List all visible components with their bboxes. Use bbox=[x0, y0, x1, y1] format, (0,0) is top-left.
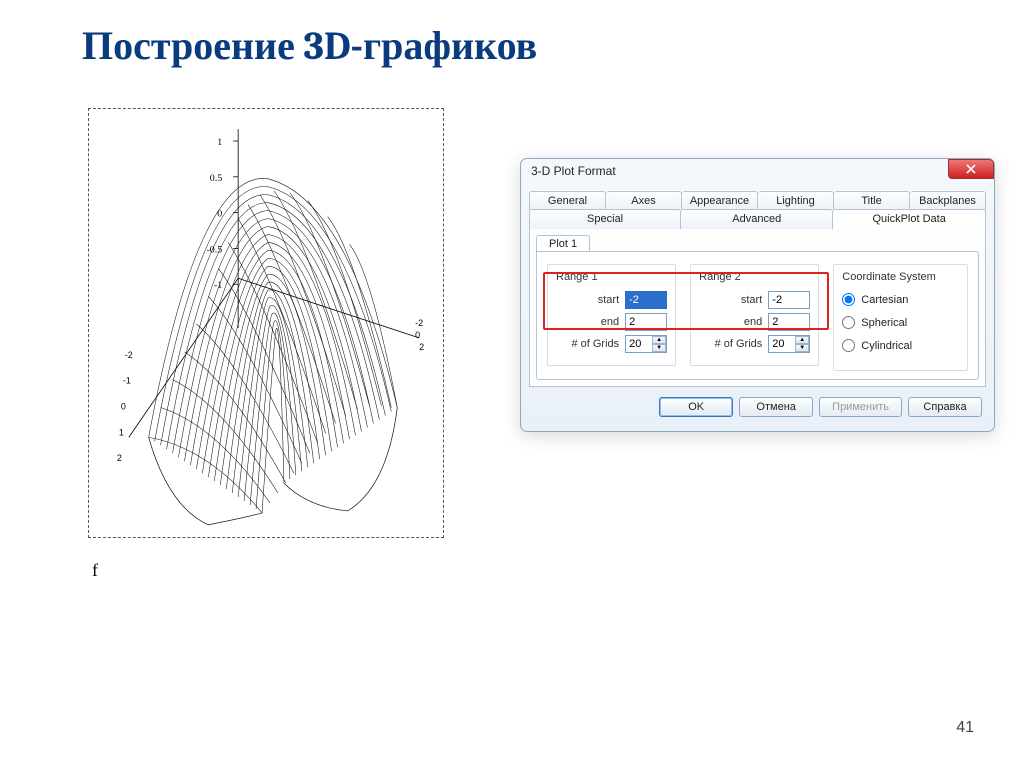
ok-button[interactable]: OK bbox=[659, 397, 733, 417]
dialog-button-row: OK Отмена Применить Справка bbox=[529, 387, 986, 421]
tab-backplanes[interactable]: Backplanes bbox=[910, 191, 986, 210]
range2-group: Range 2 start end # of Grids bbox=[690, 264, 819, 366]
range1-group: Range 1 start end # of Grids bbox=[547, 264, 676, 366]
svg-text:0: 0 bbox=[121, 402, 126, 412]
svg-text:2: 2 bbox=[117, 453, 122, 463]
tabs-row-bottom: Special Advanced QuickPlot Data bbox=[529, 209, 986, 229]
svg-text:-2: -2 bbox=[415, 318, 423, 328]
function-label: f bbox=[92, 560, 98, 581]
tab-special[interactable]: Special bbox=[529, 209, 681, 229]
range1-header: Range 1 bbox=[556, 271, 667, 283]
apply-button[interactable]: Применить bbox=[819, 397, 902, 417]
tab-lighting[interactable]: Lighting bbox=[758, 191, 834, 210]
tabs-row-top: General Axes Appearance Lighting Title B… bbox=[529, 191, 986, 210]
radio-cylindrical[interactable] bbox=[842, 339, 855, 352]
range2-grids-down[interactable]: ▼ bbox=[795, 344, 809, 352]
coord-system-group: Coordinate System Cartesian Spherical Cy… bbox=[833, 264, 968, 371]
range1-grids-up[interactable]: ▲ bbox=[652, 336, 666, 344]
tab-quickplot-data[interactable]: QuickPlot Data bbox=[833, 209, 986, 229]
radio-cartesian[interactable] bbox=[842, 293, 855, 306]
range1-end-input[interactable] bbox=[625, 313, 667, 331]
svg-text:0: 0 bbox=[415, 330, 420, 340]
svg-text:-1: -1 bbox=[214, 280, 222, 291]
range1-end-label: end bbox=[601, 316, 619, 328]
dialog-title: 3-D Plot Format bbox=[531, 164, 616, 178]
cancel-button[interactable]: Отмена bbox=[739, 397, 813, 417]
close-button[interactable] bbox=[948, 159, 994, 179]
tab-axes[interactable]: Axes bbox=[606, 191, 682, 210]
radio-spherical-label: Spherical bbox=[861, 317, 907, 329]
radio-cartesian-label: Cartesian bbox=[861, 294, 908, 306]
range2-end-input[interactable] bbox=[768, 313, 810, 331]
svg-text:2: 2 bbox=[419, 342, 424, 352]
svg-text:-1: -1 bbox=[123, 376, 131, 386]
subtab-plot1[interactable]: Plot 1 bbox=[536, 235, 590, 252]
tab-title[interactable]: Title bbox=[834, 191, 910, 210]
range2-start-label: start bbox=[741, 294, 762, 306]
close-icon bbox=[966, 164, 976, 174]
svg-text:0.5: 0.5 bbox=[210, 173, 222, 184]
svg-text:-2: -2 bbox=[125, 350, 133, 360]
range1-start-label: start bbox=[598, 294, 619, 306]
dialog-titlebar[interactable]: 3-D Plot Format bbox=[521, 159, 994, 185]
range2-start-input[interactable] bbox=[768, 291, 810, 309]
plot-3d-surface[interactable]: 1 0.5 0 -0.5 -1 -2 0 2 -2 -1 bbox=[88, 108, 444, 538]
svg-text:1: 1 bbox=[217, 137, 222, 148]
svg-text:1: 1 bbox=[119, 427, 124, 437]
coord-header: Coordinate System bbox=[842, 271, 959, 283]
range2-grids-label: # of Grids bbox=[715, 338, 763, 350]
tab-appearance[interactable]: Appearance bbox=[682, 191, 758, 210]
page-title: Построение 3D-графиков bbox=[82, 22, 537, 69]
range2-header: Range 2 bbox=[699, 271, 810, 283]
radio-spherical[interactable] bbox=[842, 316, 855, 329]
range1-grids-label: # of Grids bbox=[571, 338, 619, 350]
range2-grids-up[interactable]: ▲ bbox=[795, 336, 809, 344]
tab-general[interactable]: General bbox=[529, 191, 606, 210]
tab-advanced[interactable]: Advanced bbox=[681, 209, 833, 229]
tab-content: Plot 1 Range 1 start end bbox=[529, 229, 986, 387]
page-number: 41 bbox=[956, 719, 974, 737]
range1-grids-down[interactable]: ▼ bbox=[652, 344, 666, 352]
dialog-3d-plot-format: 3-D Plot Format General Axes Appearance … bbox=[520, 158, 995, 432]
range2-end-label: end bbox=[744, 316, 762, 328]
radio-cylindrical-label: Cylindrical bbox=[861, 340, 912, 352]
svg-text:0: 0 bbox=[217, 209, 222, 220]
range1-start-input[interactable] bbox=[625, 291, 667, 309]
surface-wireframe: 1 0.5 0 -0.5 -1 -2 0 2 -2 -1 bbox=[89, 109, 443, 537]
help-button[interactable]: Справка bbox=[908, 397, 982, 417]
